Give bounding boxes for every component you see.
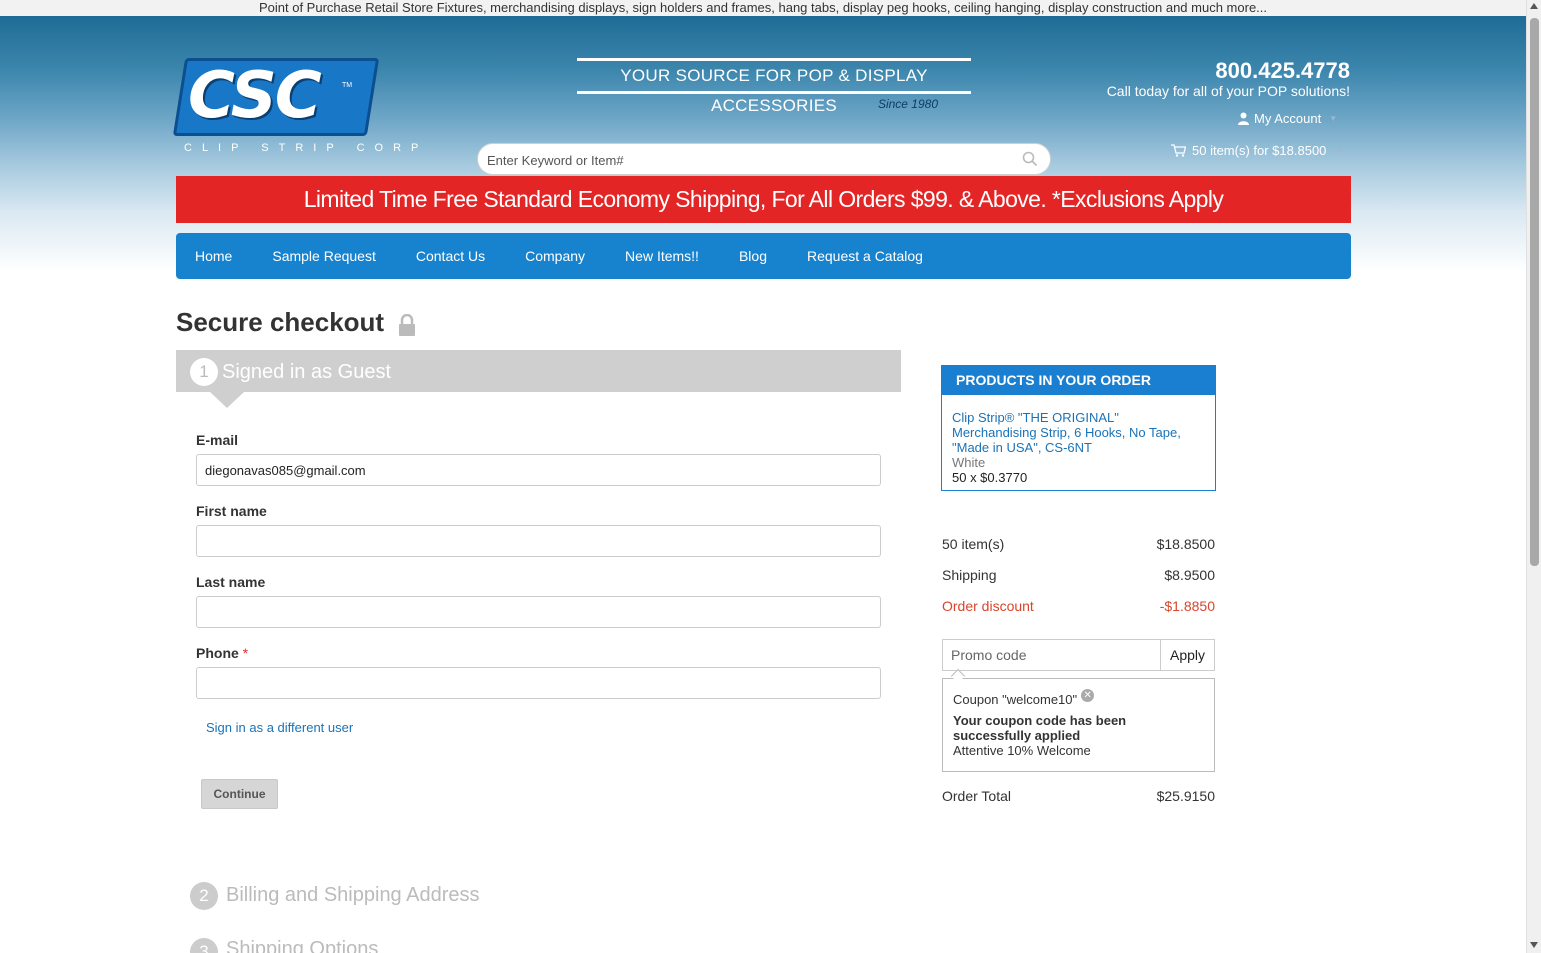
step-1-title: Signed in as Guest [222, 361, 391, 383]
call-text: Call today for all of your POP solutions… [1106, 83, 1350, 99]
my-account-label: My Account [1254, 111, 1322, 126]
promo-code-input[interactable] [942, 639, 1161, 671]
coupon-code-text: Coupon "welcome10" [953, 692, 1078, 707]
phone-field[interactable] [196, 667, 881, 699]
order-total-row: Order Total $25.9150 [942, 788, 1215, 804]
apply-promo-button[interactable]: Apply [1160, 639, 1215, 671]
required-mark: * [242, 645, 249, 661]
nav-item-company[interactable]: Company [525, 248, 585, 264]
order-item-quantity: 50 x $0.3770 [952, 470, 1028, 485]
scroll-down-arrow-icon[interactable] [1530, 942, 1538, 948]
lock-icon [399, 313, 416, 336]
csc-logo[interactable]: CSC TM CLIP STRIP CORP [172, 56, 418, 158]
email-label: E-mail [196, 432, 239, 448]
summary-discount-value: -$1.8850 [1159, 598, 1215, 614]
last-name-label: Last name [196, 574, 266, 590]
summary-shipping-label: Shipping [942, 567, 997, 583]
remove-coupon-icon[interactable]: ✕ [1081, 689, 1095, 702]
last-name-field[interactable] [196, 596, 881, 628]
cart-label: 50 item(s) for $18.8500 [1192, 143, 1327, 158]
cart-icon [1171, 144, 1186, 157]
first-name-field[interactable] [196, 525, 881, 557]
order-item: Clip Strip® "THE ORIGINAL" Merchandising… [942, 395, 1215, 485]
nav-item-blog[interactable]: Blog [739, 248, 767, 264]
my-account-link[interactable]: My Account ▼ [1237, 111, 1337, 126]
nav-item-contact-us[interactable]: Contact Us [416, 248, 485, 264]
coupon-applied-box: Coupon "welcome10" ✕ Your coupon code ha… [942, 678, 1215, 772]
summary-discount-row: Order discount -$1.8850 [942, 598, 1215, 614]
page-title: Secure checkout [176, 307, 416, 338]
sign-in-different-user-link[interactable]: Sign in as a different user [206, 720, 353, 735]
logo-subtitle: CLIP STRIP CORP [184, 142, 429, 154]
nav-item-new-items[interactable]: New Items!! [625, 248, 699, 264]
summary-items-value: $18.8500 [1156, 536, 1215, 552]
order-total-label: Order Total [942, 788, 1011, 804]
page-title-text: Secure checkout [176, 307, 385, 337]
step-2-number: 2 [190, 882, 218, 910]
coupon-line: Coupon "welcome10" ✕ [953, 689, 1204, 707]
nav-item-sample-request[interactable]: Sample Request [272, 248, 376, 264]
summary-discount-label: Order discount [942, 598, 1034, 614]
search-bar [477, 143, 1051, 175]
scroll-thumb[interactable] [1530, 18, 1539, 566]
step-2-title[interactable]: Billing and Shipping Address [226, 881, 480, 909]
top-info-bar: Point of Purchase Retail Store Fixtures,… [0, 0, 1526, 16]
first-name-label: First name [196, 503, 267, 519]
chevron-down-icon: ▼ [1336, 146, 1345, 155]
phone-label: Phone * [196, 645, 248, 661]
chevron-down-icon: ▼ [1329, 114, 1338, 123]
phone-number[interactable]: 800.425.4778 [1215, 58, 1350, 84]
order-total-value: $25.9150 [1156, 788, 1215, 804]
order-products-box: PRODUCTS IN YOUR ORDER Clip Strip® "THE … [941, 365, 1216, 491]
logo-text: CSC [188, 59, 322, 133]
step-3-title[interactable]: Shipping Options [226, 935, 378, 953]
nav-item-home[interactable]: Home [195, 248, 232, 264]
page-scrollbar[interactable] [1526, 0, 1541, 953]
scroll-up-arrow-icon[interactable] [1530, 3, 1538, 9]
since-text: Since 1980 [877, 97, 938, 111]
cart-summary[interactable]: 50 item(s) for $18.8500 ▼ [1171, 143, 1344, 158]
summary-shipping-value: $8.9500 [1164, 567, 1215, 583]
step-pointer [210, 392, 244, 408]
logo-trademark: TM [342, 82, 353, 89]
continue-button[interactable]: Continue [201, 779, 278, 809]
main-nav: Home Sample Request Contact Us Company N… [176, 233, 1351, 279]
coupon-name: Attentive 10% Welcome [953, 743, 1091, 758]
step-3-number: 3 [190, 938, 218, 953]
header-tagline: YOUR SOURCE FOR POP & DISPLAY ACCESSORIE… [577, 58, 971, 115]
summary-items-row: 50 item(s) $18.8500 [942, 536, 1215, 552]
search-icon[interactable] [1022, 151, 1038, 167]
order-item-color: White [952, 455, 986, 470]
summary-shipping-row: Shipping $8.9500 [942, 567, 1215, 583]
nav-item-request-catalog[interactable]: Request a Catalog [807, 248, 923, 264]
coupon-success-message: Your coupon code has been successfully a… [953, 713, 1127, 743]
summary-items-label: 50 item(s) [942, 536, 1005, 552]
order-item-name[interactable]: Clip Strip® "THE ORIGINAL" Merchandising… [952, 410, 1205, 455]
order-products-heading: PRODUCTS IN YOUR ORDER [942, 366, 1215, 395]
phone-label-text: Phone [196, 645, 239, 661]
user-icon [1238, 112, 1249, 125]
step-1-number: 1 [190, 358, 218, 386]
search-input[interactable] [487, 150, 1017, 170]
email-field[interactable] [196, 454, 881, 486]
shipping-promo-banner[interactable]: Limited Time Free Standard Economy Shipp… [176, 176, 1351, 223]
